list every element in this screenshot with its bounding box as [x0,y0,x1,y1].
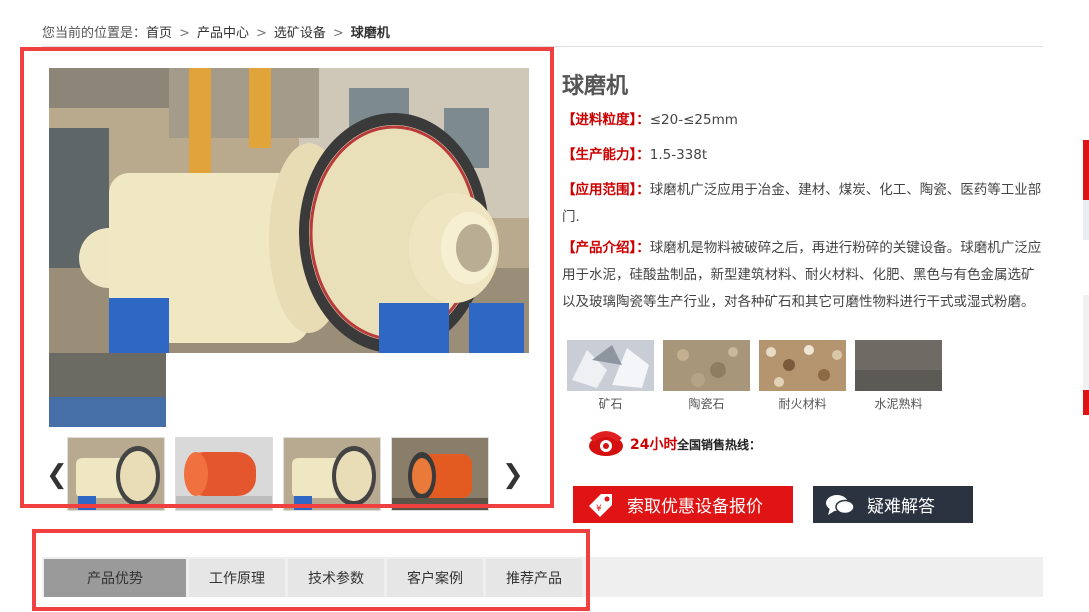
request-quote-label: 索取优惠设备报价 [627,497,763,517]
faq-button[interactable]: 疑难解答 [813,486,973,523]
spec-label: 【生产能力】 [562,147,637,163]
side-floating-widget[interactable] [1083,140,1089,415]
material-item: 陶瓷石 [663,340,750,412]
phone-icon [589,431,623,456]
material-name: 耐火材料 [778,397,827,411]
spec-colon: ： [636,147,650,163]
material-name: 矿石 [598,397,623,411]
hotline-hours: 24小时 [630,437,678,453]
breadcrumb-home-link[interactable]: 首页 [146,26,172,41]
material-image [663,340,750,391]
material-image [855,340,942,391]
material-item: 水泥熟料 [855,340,942,412]
gallery-highlight-box [20,47,554,508]
breadcrumb-separator: > [179,26,190,41]
request-quote-button[interactable]: ¥ 索取优惠设备报价 [573,486,793,523]
price-tag-icon: ¥ [589,493,612,517]
spec-value: 1.5-338t [649,147,708,163]
spec-colon: ： [636,240,650,256]
spec-introduction: 【产品介绍】：球磨机是物料被破碎之后，再进行粉碎的关键设备。球磨机广泛应用于水泥… [562,235,1042,316]
spec-label: 【产品介绍】 [562,240,637,256]
spec-application: 【应用范围】：球磨机广泛应用于冶金、建材、煤炭、化工、陶瓷、医药等工业部门. [562,177,1042,231]
breadcrumb-products-link[interactable]: 产品中心 [197,26,249,41]
breadcrumb-current: 球磨机 [350,26,390,41]
material-image [567,340,654,391]
chat-bubbles-icon [826,494,855,515]
tabs-highlight-box [32,529,590,611]
spec-colon: ： [636,112,650,128]
spec-value: ≤20-≤25mm [649,112,738,128]
svg-text:¥: ¥ [596,504,602,514]
faq-label: 疑难解答 [867,497,935,517]
material-name: 陶瓷石 [688,397,725,411]
hotline-label: 全国销售热线： [677,438,762,452]
breadcrumb: 您当前的位置是：首页 > 产品中心 > 选矿设备 > 球磨机 [42,22,390,41]
spec-feed-size: 【进料粒度】：≤20-≤25mm [562,107,1042,134]
material-item: 矿石 [567,340,654,412]
breadcrumb-separator: > [255,26,267,41]
materials-list: 矿石 陶瓷石 耐火材料 水泥熟料 [567,340,967,415]
spec-capacity: 【生产能力】：1.5-338t [562,142,1042,169]
spec-label: 【进料粒度】 [562,112,637,128]
spec-label: 【应用范围】 [562,182,637,198]
material-item: 耐火材料 [759,340,846,412]
material-image [759,340,846,391]
material-name: 水泥熟料 [874,397,923,411]
breadcrumb-category-link[interactable]: 选矿设备 [274,26,326,41]
breadcrumb-separator: > [332,26,344,41]
product-title: 球磨机 [562,74,629,99]
breadcrumb-prefix: 您当前的位置是： [42,26,147,41]
spec-colon: ： [636,182,650,198]
